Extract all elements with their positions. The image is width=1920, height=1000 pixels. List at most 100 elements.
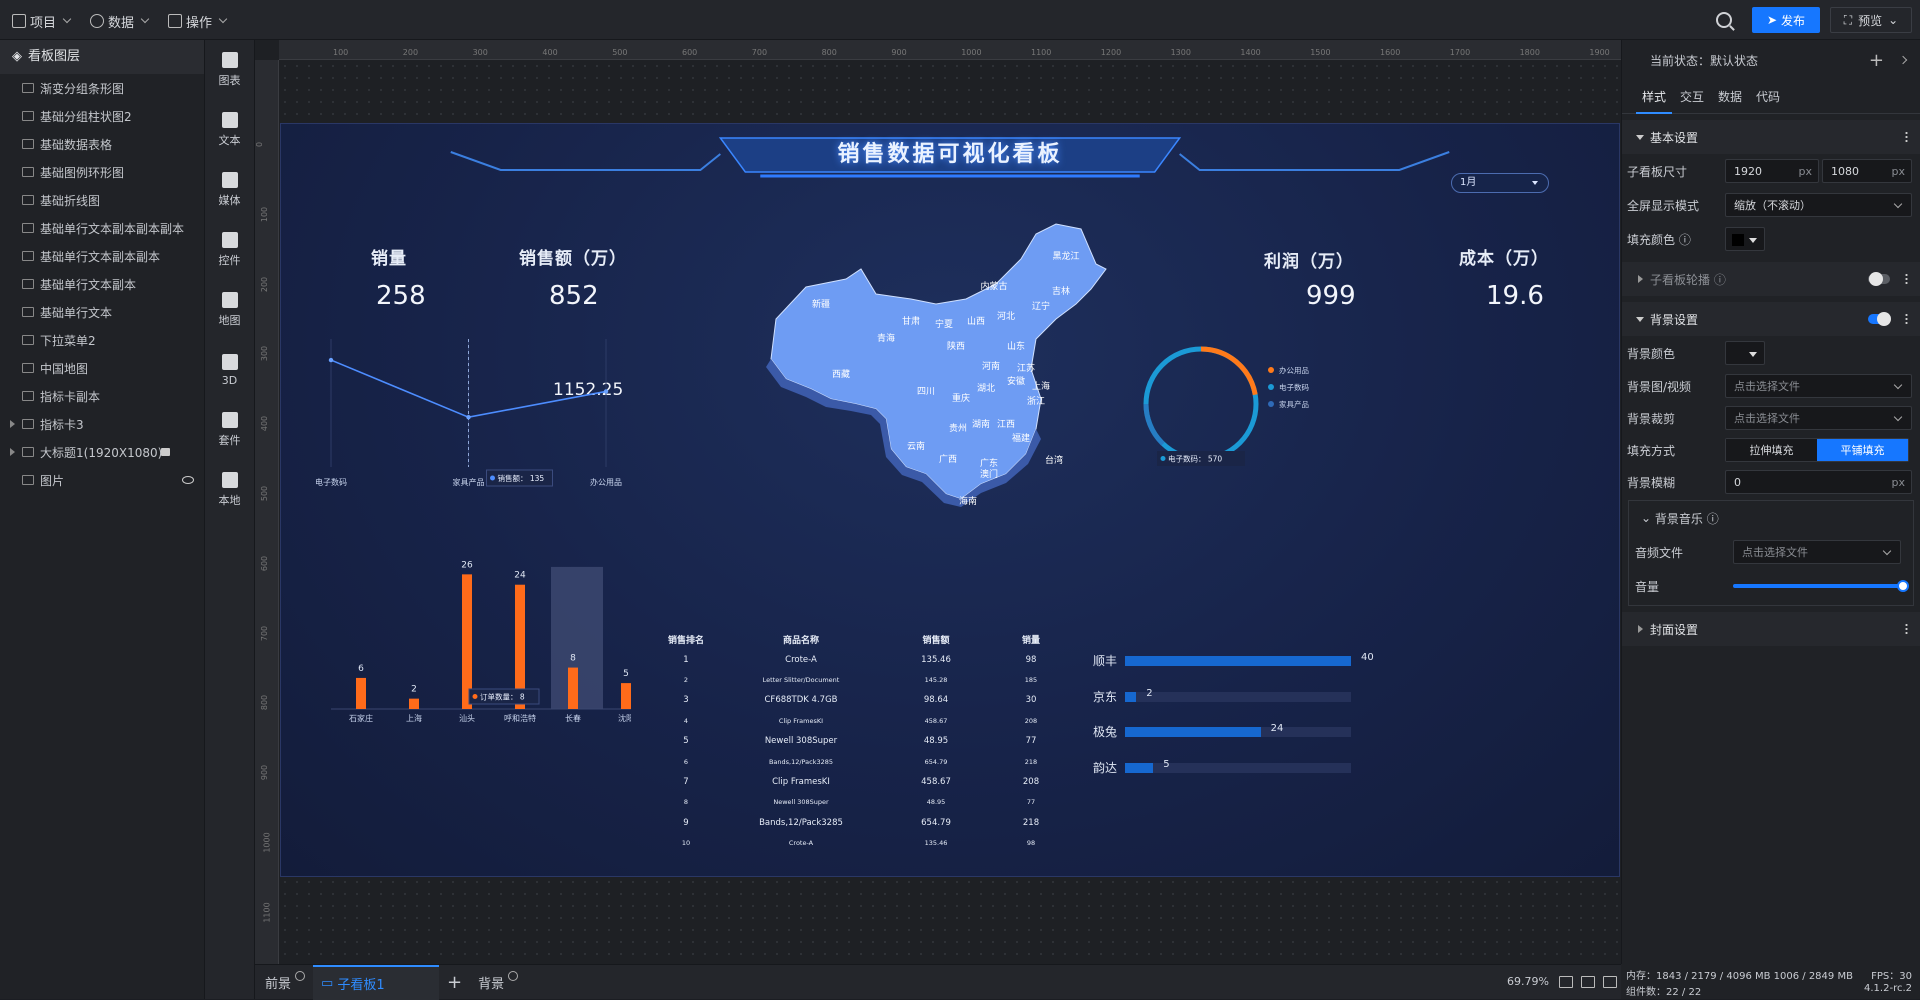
bg-blur-input[interactable]: 0 px bbox=[1725, 470, 1912, 494]
fit-screen-icon[interactable] bbox=[1559, 976, 1573, 988]
audio-file-select[interactable]: 点击选择文件 bbox=[1733, 540, 1901, 564]
more-icon[interactable] bbox=[1905, 313, 1908, 325]
legend-dot bbox=[1268, 401, 1274, 407]
caret-right-icon bbox=[1638, 625, 1643, 633]
province-label: 海南 bbox=[959, 495, 977, 507]
layer-label: 基础折线图 bbox=[40, 193, 101, 208]
section-background[interactable]: 背景设置 bbox=[1622, 302, 1920, 336]
tool-item[interactable]: 3D bbox=[205, 340, 254, 400]
hbar-value: 40 bbox=[1361, 652, 1374, 663]
more-icon[interactable] bbox=[1905, 131, 1908, 143]
chevron-right-icon[interactable] bbox=[1898, 55, 1908, 65]
height-input[interactable]: 1080 px bbox=[1822, 159, 1912, 183]
music-header[interactable]: ⌄ 背景音乐 ⓘ bbox=[1629, 501, 1913, 535]
tool-item[interactable]: 本地 bbox=[205, 460, 254, 520]
tool-item[interactable]: 图表 bbox=[205, 40, 254, 100]
add-tab-button[interactable]: + bbox=[439, 965, 470, 1000]
layer-type-icon bbox=[22, 279, 34, 289]
layer-item[interactable]: 基础图例环形图 bbox=[0, 158, 204, 186]
status-bar: 内存：1843 / 2179 / 4096 MB 1006 / 2849 MB … bbox=[1621, 964, 1920, 999]
tab-background[interactable]: 背景 bbox=[470, 965, 526, 1000]
tab-style[interactable]: 样式 bbox=[1636, 80, 1673, 114]
fill-mode-toggle[interactable]: 拉伸填充 平铺填充 bbox=[1725, 438, 1909, 462]
menu-project[interactable]: 项目 bbox=[12, 10, 72, 32]
layer-item[interactable]: 指标卡3 bbox=[0, 410, 204, 438]
tab-sub-board-1[interactable]: ▭ 子看板1 bbox=[313, 964, 440, 1000]
fill-tile-option[interactable]: 平铺填充 bbox=[1817, 439, 1908, 461]
plus-circle-icon[interactable] bbox=[295, 971, 306, 981]
layer-item[interactable]: 基础分组柱状图2 bbox=[0, 102, 204, 130]
x-tick-label: 长春 bbox=[565, 713, 581, 723]
publish-button[interactable]: ➤ 发布 bbox=[1752, 7, 1820, 33]
layer-item[interactable]: 图片 bbox=[0, 466, 204, 494]
tool-item[interactable]: 控件 bbox=[205, 220, 254, 280]
layer-item[interactable]: 中国地图 bbox=[0, 354, 204, 382]
more-icon[interactable] bbox=[1905, 623, 1908, 635]
preview-button[interactable]: ⛶ 预览 ⌄ bbox=[1830, 7, 1912, 33]
search-icon[interactable] bbox=[1716, 12, 1732, 28]
width-input[interactable]: 1920 px bbox=[1725, 159, 1819, 183]
menu-data[interactable]: 数据 bbox=[90, 10, 150, 32]
layer-item[interactable]: 基础折线图 bbox=[0, 186, 204, 214]
bg-crop-select[interactable]: 点击选择文件 bbox=[1725, 406, 1912, 430]
ruler-tick: 200 bbox=[260, 276, 270, 292]
tab-interaction[interactable]: 交互 bbox=[1674, 80, 1710, 114]
table-cell: 654.79 bbox=[924, 757, 948, 766]
layer-type-icon bbox=[22, 195, 34, 205]
layer-item[interactable]: 指标卡副本 bbox=[0, 382, 204, 410]
layer-item[interactable]: 基础单行文本副本副本 bbox=[0, 242, 204, 270]
keyboard-icon[interactable] bbox=[1581, 976, 1595, 988]
hidden-eye-icon[interactable] bbox=[182, 476, 194, 484]
layer-item[interactable]: 基础单行文本 bbox=[0, 298, 204, 326]
layer-item[interactable]: 基础单行文本副本副本副本 bbox=[0, 214, 204, 242]
volume-slider[interactable] bbox=[1733, 580, 1909, 592]
layer-item[interactable]: 渐变分组条形图 bbox=[0, 74, 204, 102]
tab-data[interactable]: 数据 bbox=[1712, 80, 1748, 114]
tool-item[interactable]: 套件 bbox=[205, 400, 254, 460]
background-toggle[interactable] bbox=[1868, 312, 1891, 326]
tab-code[interactable]: 代码 bbox=[1750, 80, 1786, 114]
expand-icon[interactable] bbox=[10, 448, 15, 456]
ruler-tick: 0 bbox=[255, 141, 265, 148]
tab-foreground[interactable]: 前景 bbox=[255, 965, 313, 1000]
terminal-icon[interactable] bbox=[1603, 976, 1617, 988]
dashboard-board[interactable]: 销售数据可视化看板 1月 销量 258 销售额（万） 852 利润（万） 999… bbox=[280, 123, 1620, 877]
section-carousel[interactable]: 子看板轮播 ⓘ bbox=[1622, 262, 1920, 296]
layer-item[interactable]: 大标题1(1920X1080) bbox=[0, 438, 204, 466]
section-basic[interactable]: 基本设置 bbox=[1622, 120, 1920, 154]
menu-operation[interactable]: 操作 bbox=[168, 10, 228, 32]
fill-color-picker[interactable] bbox=[1725, 227, 1765, 251]
component-toolbar: 图表 文本 媒体 控件 地图 3D 套件 本地 bbox=[205, 40, 255, 999]
plus-circle-icon[interactable] bbox=[508, 971, 519, 981]
tool-item[interactable]: 媒体 bbox=[205, 160, 254, 220]
expand-icon[interactable] bbox=[10, 420, 15, 428]
tooltip-dot bbox=[490, 475, 495, 481]
tool-icon bbox=[221, 472, 238, 488]
layer-item[interactable]: 基础数据表格 bbox=[0, 130, 204, 158]
tool-icon bbox=[221, 412, 238, 428]
properties-panel: 当前状态：默认状态 + 样式 交互 数据 代码 基本设置 子看板尺寸 1920 px… bbox=[1621, 40, 1920, 964]
line-point bbox=[466, 415, 471, 420]
china-map[interactable]: 新疆西藏 青海甘肃 内蒙古 黑龙江吉林辽宁宁夏 山西 河北陕西 山东河南四川重庆湖北 安徽江苏… bbox=[736, 209, 1126, 509]
carousel-toggle[interactable] bbox=[1868, 272, 1890, 286]
layer-item[interactable]: 下拉菜单2 bbox=[0, 326, 204, 354]
chevron-down-icon bbox=[62, 14, 72, 24]
add-state-icon[interactable]: + bbox=[1869, 50, 1884, 71]
help-icon: ⓘ bbox=[1678, 232, 1691, 247]
table-cell: 135.46 bbox=[924, 839, 948, 848]
bg-image-select[interactable]: 点击选择文件 bbox=[1725, 374, 1912, 398]
lock-icon[interactable] bbox=[161, 448, 170, 456]
fullscreen-select[interactable]: 缩放（不滚动） bbox=[1725, 193, 1912, 217]
legend-dot bbox=[1268, 384, 1274, 390]
month-select[interactable]: 1月 bbox=[1451, 173, 1549, 193]
layer-type-icon bbox=[22, 475, 34, 485]
zoom-level[interactable]: 69.79% bbox=[1507, 975, 1549, 988]
layer-label: 基础图例环形图 bbox=[40, 165, 125, 180]
tool-item[interactable]: 地图 bbox=[205, 280, 254, 340]
more-icon[interactable] bbox=[1905, 273, 1908, 285]
fill-stretch-option[interactable]: 拉伸填充 bbox=[1726, 439, 1817, 461]
tool-item[interactable]: 文本 bbox=[205, 100, 254, 160]
section-cover[interactable]: 封面设置 bbox=[1622, 612, 1920, 646]
bg-color-picker[interactable] bbox=[1725, 341, 1765, 365]
layer-item[interactable]: 基础单行文本副本 bbox=[0, 270, 204, 298]
